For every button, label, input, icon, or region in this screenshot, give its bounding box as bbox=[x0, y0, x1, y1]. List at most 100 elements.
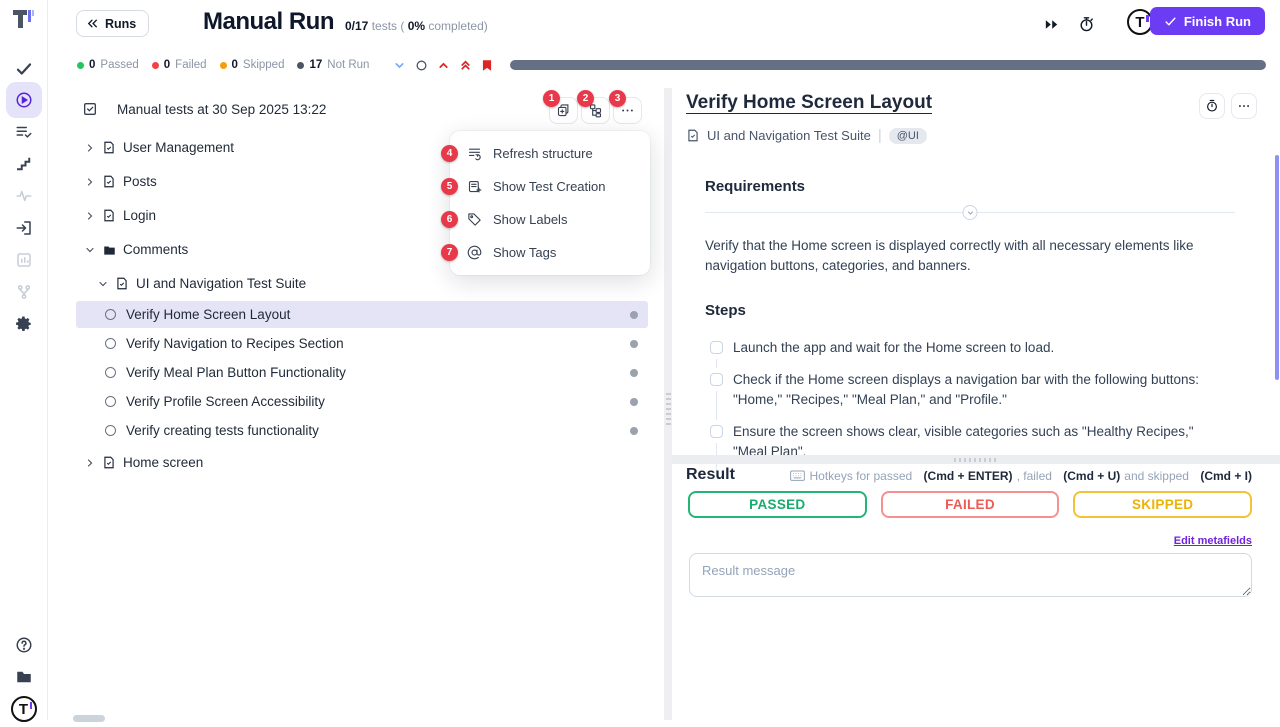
stopwatch-button[interactable] bbox=[1199, 93, 1225, 119]
failed-dot bbox=[152, 62, 159, 69]
app-logo-icon[interactable] bbox=[11, 6, 37, 34]
chevron-right-icon[interactable] bbox=[82, 457, 98, 469]
annotation-badge-6: 6 bbox=[441, 211, 458, 228]
fast-forward-icon[interactable] bbox=[1039, 12, 1063, 36]
folder-icon bbox=[101, 243, 117, 257]
resize-grip-dots bbox=[666, 393, 671, 425]
refresh-list-icon bbox=[467, 146, 482, 161]
detail-scrollbar-thumb[interactable] bbox=[1275, 155, 1279, 380]
annotation-badge-1: 1 bbox=[543, 90, 560, 107]
annotation-badge-7: 7 bbox=[441, 244, 458, 261]
list-check-nav-icon[interactable] bbox=[6, 114, 42, 150]
suite-file-icon bbox=[101, 455, 117, 470]
bookmark-icon[interactable] bbox=[478, 56, 496, 74]
tree-suite-home-screen[interactable]: Home screen bbox=[76, 449, 648, 476]
chevron-right-icon[interactable] bbox=[82, 210, 98, 222]
menu-item-show-tags[interactable]: 7 Show Tags bbox=[450, 236, 650, 269]
requirements-heading: Requirements bbox=[705, 178, 805, 195]
steps-result-resize-handle[interactable] bbox=[672, 455, 1280, 464]
menu-item-show-test-creation[interactable]: 5 Show Test Creation bbox=[450, 170, 650, 203]
report-chart-nav-icon[interactable] bbox=[6, 242, 42, 278]
test-notrun-dot bbox=[630, 340, 638, 348]
tree-options-menu: 4 Refresh structure 5 Show Test Creation… bbox=[450, 131, 650, 275]
tree-test-verify-creating-tests[interactable]: Verify creating tests functionality bbox=[76, 417, 648, 444]
suite-file-icon bbox=[114, 276, 130, 291]
step-checkbox[interactable] bbox=[710, 425, 723, 438]
annotation-badge-4: 4 bbox=[441, 145, 458, 162]
chevron-down-icon[interactable] bbox=[390, 56, 408, 74]
back-to-runs-button[interactable]: Runs bbox=[76, 10, 149, 37]
suite-file-icon bbox=[101, 174, 117, 189]
step-checkbox[interactable] bbox=[710, 341, 723, 354]
chevron-right-icon[interactable] bbox=[82, 142, 98, 154]
sign-in-nav-icon[interactable] bbox=[6, 210, 42, 246]
run-progress-summary: 0/17 tests ( 0% completed) bbox=[345, 19, 488, 33]
test-more-options-button[interactable] bbox=[1231, 93, 1257, 119]
test-notrun-dot bbox=[630, 427, 638, 435]
help-icon[interactable] bbox=[6, 627, 42, 663]
account-avatar: T bbox=[11, 696, 37, 722]
branch-nav-icon[interactable] bbox=[6, 274, 42, 310]
chevron-right-icon[interactable] bbox=[82, 176, 98, 188]
collapse-toggle-icon[interactable] bbox=[963, 205, 978, 220]
top-header: Runs Manual Run 0/17 tests ( 0% complete… bbox=[48, 0, 1280, 48]
passed-dot bbox=[77, 62, 84, 69]
suite-file-icon bbox=[686, 128, 700, 143]
result-message-input[interactable] bbox=[689, 553, 1252, 597]
run-play-nav-icon[interactable] bbox=[6, 82, 42, 118]
panel-resize-handle[interactable] bbox=[664, 88, 672, 720]
annotation-badge-3: 3 bbox=[609, 90, 626, 107]
notrun-status: 17Not Run bbox=[297, 59, 369, 71]
test-status-circle-icon bbox=[105, 309, 116, 320]
double-chevron-up-icon[interactable] bbox=[456, 56, 474, 74]
chevron-up-icon[interactable] bbox=[434, 56, 452, 74]
check-icon bbox=[1164, 15, 1177, 28]
step-checkbox[interactable] bbox=[710, 373, 723, 386]
tag-badge[interactable]: @UI bbox=[889, 128, 927, 144]
steps-nav-icon[interactable] bbox=[6, 146, 42, 182]
finish-run-label: Finish Run bbox=[1184, 14, 1251, 29]
step-item: Check if the Home screen displays a navi… bbox=[710, 370, 1220, 410]
test-notrun-dot bbox=[630, 369, 638, 377]
edit-metafields-link[interactable]: Edit metafields bbox=[1174, 535, 1252, 547]
circle-marker-icon[interactable] bbox=[412, 56, 430, 74]
timer-icon[interactable] bbox=[1074, 12, 1098, 36]
step-item: Launch the app and wait for the Home scr… bbox=[710, 338, 1220, 358]
at-sign-icon bbox=[467, 245, 482, 260]
tree-test-verify-home-screen[interactable]: Verify Home Screen Layout bbox=[76, 301, 648, 328]
back-to-runs-label: Runs bbox=[105, 17, 136, 31]
tree-panel-title: Manual tests at 30 Sep 2025 13:22 bbox=[117, 102, 326, 117]
test-suite-name[interactable]: UI and Navigation Test Suite bbox=[707, 128, 871, 143]
passed-status: 0Passed bbox=[77, 59, 139, 71]
test-status-circle-icon bbox=[105, 425, 116, 436]
result-heading: Result bbox=[686, 466, 735, 484]
tree-test-verify-navigation-recipes[interactable]: Verify Navigation to Recipes Section bbox=[76, 330, 648, 357]
activity-nav-icon[interactable] bbox=[6, 178, 42, 214]
finish-run-button[interactable]: Finish Run bbox=[1150, 7, 1265, 35]
annotation-badge-2: 2 bbox=[577, 90, 594, 107]
test-notrun-dot bbox=[630, 311, 638, 319]
menu-item-show-labels[interactable]: 6 Show Labels bbox=[450, 203, 650, 236]
passed-button[interactable]: PASSED bbox=[688, 491, 867, 518]
hotkeys-hint: Hotkeys for passed (Cmd + ENTER) , faile… bbox=[790, 469, 1252, 483]
meta-separator: | bbox=[878, 127, 882, 144]
keyboard-icon bbox=[790, 470, 805, 482]
requirements-text: Verify that the Home screen is displayed… bbox=[705, 236, 1217, 276]
run-status-bar: 0Passed 0Failed 0Skipped 17Not Run bbox=[48, 50, 1280, 80]
list-plus-icon bbox=[467, 179, 482, 194]
test-title[interactable]: Verify Home Screen Layout bbox=[686, 92, 932, 114]
requirements-divider bbox=[705, 212, 1235, 213]
double-chevron-left-icon bbox=[86, 17, 99, 30]
skipped-button[interactable]: SKIPPED bbox=[1073, 491, 1252, 518]
tree-test-verify-meal-plan[interactable]: Verify Meal Plan Button Functionality bbox=[76, 359, 648, 386]
chevron-down-icon[interactable] bbox=[82, 244, 98, 256]
account-logo-icon[interactable]: T bbox=[6, 691, 42, 727]
gear-nav-icon[interactable] bbox=[6, 306, 42, 342]
folder-icon[interactable] bbox=[6, 659, 42, 695]
failed-button[interactable]: FAILED bbox=[881, 491, 1060, 518]
chevron-down-icon[interactable] bbox=[95, 278, 111, 290]
annotation-badge-5: 5 bbox=[441, 178, 458, 195]
menu-item-refresh-structure[interactable]: 4 Refresh structure bbox=[450, 137, 650, 170]
tree-test-verify-profile[interactable]: Verify Profile Screen Accessibility bbox=[76, 388, 648, 415]
left-nav-rail: T bbox=[0, 0, 48, 720]
